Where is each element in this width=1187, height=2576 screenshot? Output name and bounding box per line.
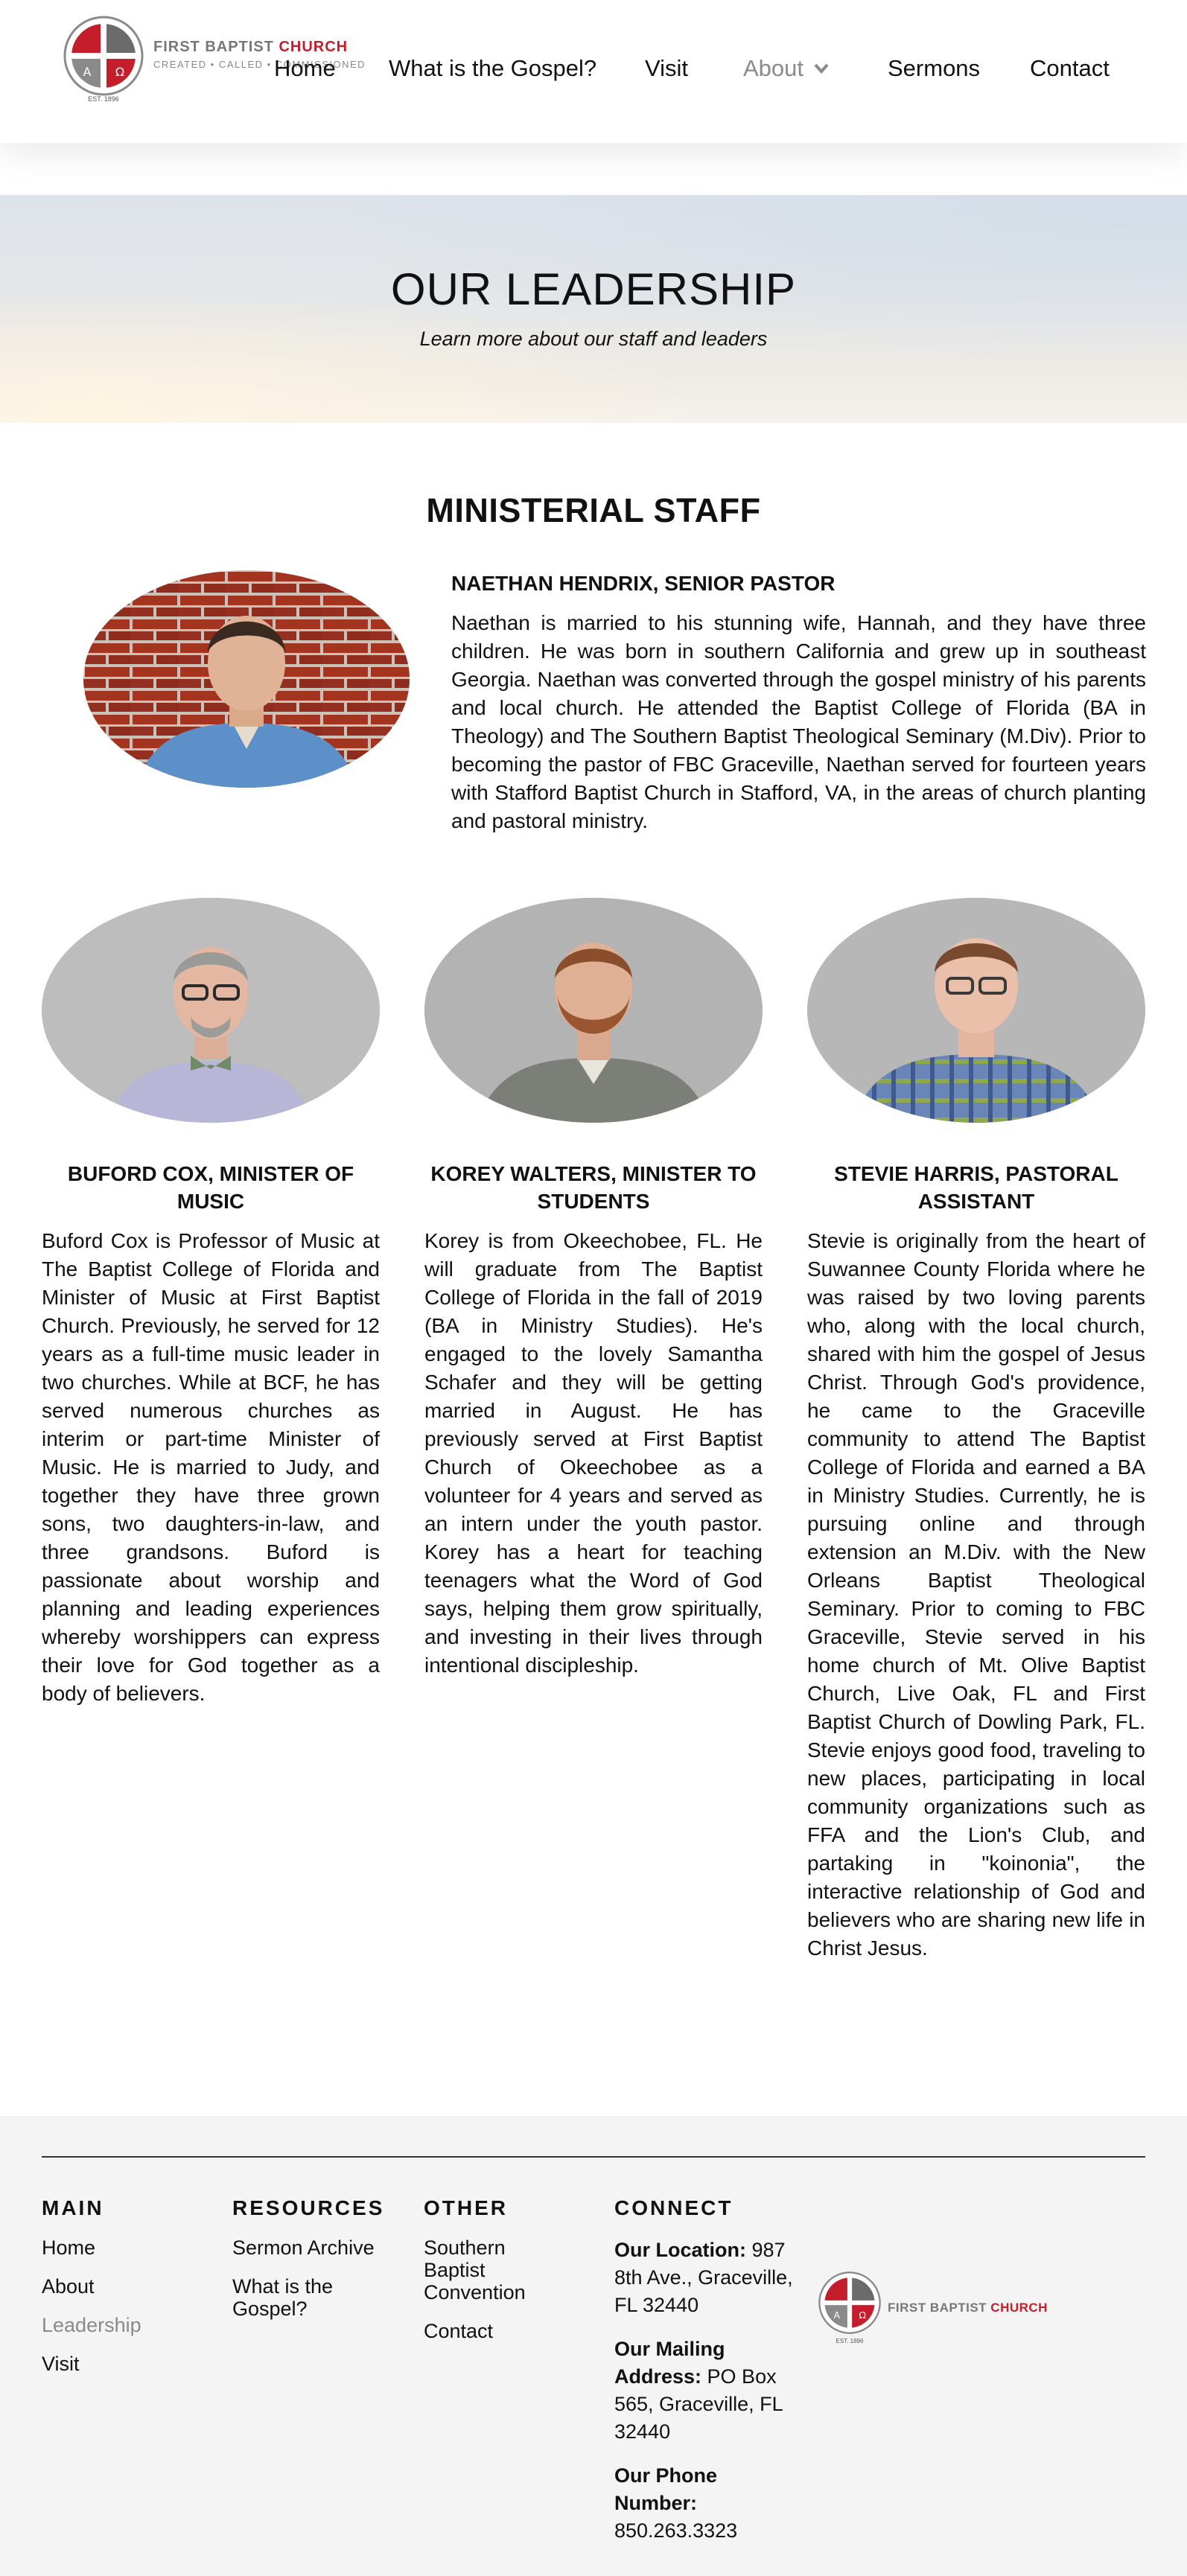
footer-heading-connect: CONNECT <box>614 2196 733 2219</box>
footer-link-sermon-archive[interactable]: Sermon Archive <box>232 2237 404 2259</box>
staff-name-buford: BUFORD COX, MINISTER OF MUSIC <box>67 1162 354 1213</box>
site-header: A Ω EST. 1896 FIRST BAPTIST CHURCH CREAT… <box>0 0 1187 143</box>
site-footer: MAIN Home About Leadership Visit RESOURC… <box>0 2116 1187 2576</box>
hero-banner: OUR LEADERSHIP Learn more about our staf… <box>0 195 1187 423</box>
staff-bio-buford: Buford Cox is Professor of Music at The … <box>42 1229 380 1705</box>
footer-heading-resources: RESOURCES <box>232 2196 385 2219</box>
footer-col-connect: CONNECT Our Location: 987 8th Ave., Grac… <box>614 2196 808 2561</box>
footer-link-visit[interactable]: Visit <box>42 2353 213 2375</box>
footer-link-contact[interactable]: Contact <box>424 2320 558 2342</box>
footer-col-resources: RESOURCES Sermon Archive What is the Gos… <box>232 2196 404 2336</box>
nav-item-sermons[interactable]: Sermons <box>888 55 980 82</box>
footer-logo-emblem: A Ω EST. 1896 <box>818 2271 882 2345</box>
footer-link-gospel[interactable]: What is the Gospel? <box>232 2275 359 2320</box>
footer-link-about[interactable]: About <box>42 2275 213 2298</box>
footer-link-leadership[interactable]: Leadership <box>42 2314 213 2336</box>
staff-photo-korey <box>424 898 763 1123</box>
footer-link-home[interactable]: Home <box>42 2237 213 2259</box>
staff-name-stevie: STEVIE HARRIS, PASTORAL ASSISTANT <box>834 1162 1118 1213</box>
nav-item-contact[interactable]: Contact <box>1030 55 1110 82</box>
chevron-down-icon[interactable] <box>814 61 829 78</box>
footer-mailing-address: Our Mailing Address: PO Box 565, Gracevi… <box>614 2338 783 2443</box>
footer-link-sbc[interactable]: Southern Baptist Convention <box>424 2237 528 2304</box>
staff-bio-korey: Korey is from Okeechobee, FL. He will gr… <box>424 1229 763 1677</box>
nav-item-about[interactable]: About <box>743 55 829 82</box>
staff-name-korey: KOREY WALTERS, MINISTER TO STUDENTS <box>430 1162 757 1213</box>
footer-heading-main: MAIN <box>42 2196 104 2219</box>
lead-pastor-photo <box>83 570 410 788</box>
footer-col-main: MAIN Home About Leadership Visit <box>42 2196 213 2391</box>
footer-col-other: OTHER Southern Baptist Convention Contac… <box>424 2196 558 2359</box>
footer-divider <box>42 2156 1145 2158</box>
nav-item-gospel[interactable]: What is the Gospel? <box>389 55 596 82</box>
main-nav: Home What is the Gospel? Visit About Ser… <box>0 55 1187 91</box>
footer-logo-established: EST. 1896 <box>836 2338 864 2344</box>
page-subtitle: Learn more about our staff and leaders <box>419 328 768 350</box>
lead-pastor-bio: Naethan is married to his stunning wife,… <box>451 611 1146 832</box>
footer-location: Our Location: 987 8th Ave., Graceville, … <box>614 2239 793 2316</box>
nav-item-home[interactable]: Home <box>274 55 336 82</box>
svg-text:Ω: Ω <box>859 2309 866 2321</box>
staff-bio-stevie: Stevie is originally from the heart of S… <box>807 1229 1145 1960</box>
nav-item-visit[interactable]: Visit <box>645 55 688 82</box>
staff-photo-buford <box>42 898 380 1123</box>
logo-seal-icon: A Ω <box>818 2271 881 2334</box>
section-title: MINISTERIAL STAFF <box>426 491 761 529</box>
footer-phone: Our Phone Number: 850.263.3323 <box>614 2464 738 2542</box>
logo-established: EST. 1896 <box>88 95 119 103</box>
svg-text:A: A <box>834 2309 841 2321</box>
footer-logo[interactable]: A Ω EST. 1896 FIRST BAPTIST CHURCH <box>818 2271 1048 2345</box>
logo-name: FIRST BAPTIST CHURCH <box>153 39 349 55</box>
staff-photo-stevie <box>807 898 1145 1123</box>
lead-pastor-name: NAETHAN HENDRIX, SENIOR PASTOR <box>451 572 836 595</box>
footer-heading-other: OTHER <box>424 2196 508 2219</box>
page-title: OUR LEADERSHIP <box>390 264 797 314</box>
footer-logo-name: FIRST BAPTIST CHURCH <box>888 2301 1048 2315</box>
